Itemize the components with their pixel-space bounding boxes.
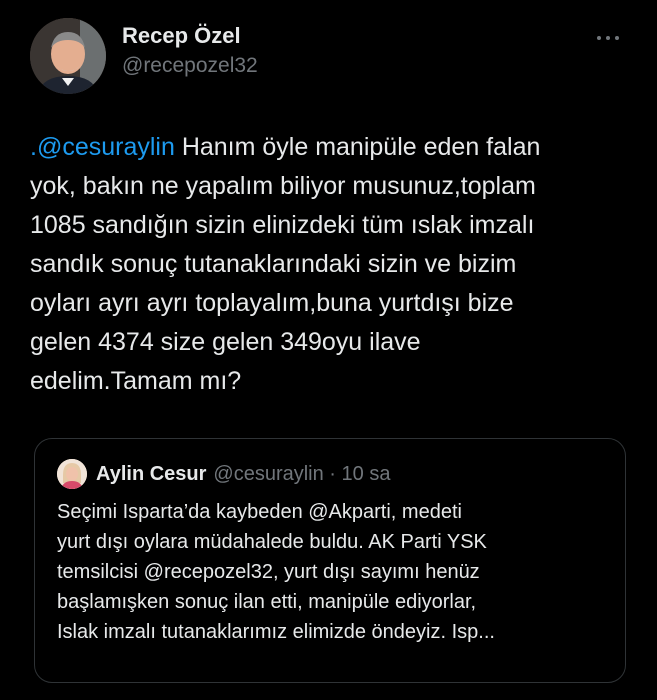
tweet: Recep Özel @recepozel32 .@cesuraylin Han… [0, 0, 657, 700]
more-horizontal-icon[interactable] [593, 28, 623, 48]
tweet-text: .@cesuraylin Hanım öyle manipüle eden fa… [30, 128, 630, 401]
tweet-header: Recep Özel @recepozel32 [30, 16, 627, 94]
quoted-tweet-header: Aylin Cesur @cesuraylin · 10 sa [57, 459, 603, 489]
quoted-author-handle-time[interactable]: @cesuraylin · 10 sa [213, 463, 390, 486]
author-names: Recep Özel @recepozel32 [122, 22, 258, 80]
tweet-body: Hanım öyle manipüle eden falan yok, bakı… [30, 133, 541, 395]
quoted-tweet[interactable]: Aylin Cesur @cesuraylin · 10 sa Seçimi I… [34, 438, 626, 683]
author-display-name[interactable]: Recep Özel [122, 22, 258, 50]
quoted-author-name[interactable]: Aylin Cesur [96, 463, 206, 486]
tweet-mention-link[interactable]: .@cesuraylin [30, 133, 175, 161]
quoted-tweet-text: Seçimi Isparta’da kaybeden @Akparti, med… [57, 501, 495, 643]
quoted-author-avatar[interactable] [57, 459, 87, 489]
author-handle[interactable]: @recepozel32 [122, 52, 258, 80]
author-avatar[interactable] [30, 18, 106, 94]
